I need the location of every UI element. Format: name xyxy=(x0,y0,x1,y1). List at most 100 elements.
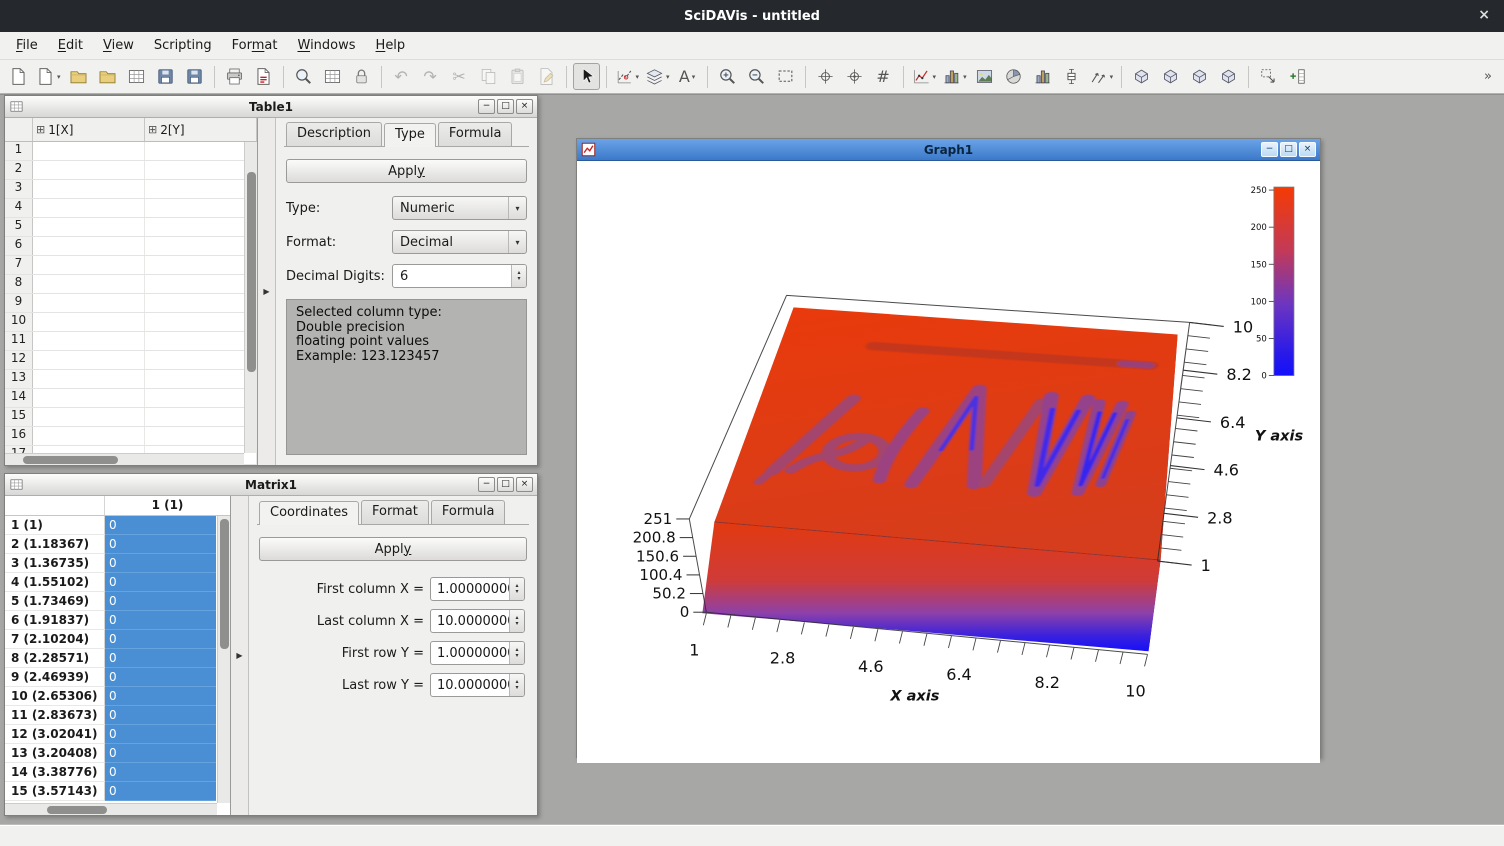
table-cell[interactable] xyxy=(145,256,257,274)
cursor-target-button[interactable] xyxy=(841,63,868,90)
table-cell[interactable] xyxy=(33,142,145,160)
minimize-button[interactable]: − xyxy=(478,99,495,114)
scrollbar-thumb[interactable] xyxy=(247,172,256,372)
matrix-row-header[interactable]: 13 (3.20408) xyxy=(5,744,105,763)
edit-selection-button[interactable] xyxy=(533,63,560,90)
plot-3d-scatter-button[interactable] xyxy=(1186,63,1213,90)
row-number[interactable]: 5 xyxy=(5,218,33,236)
draw-elements-button[interactable]: ▾ xyxy=(643,63,672,90)
graph1-titlebar[interactable]: Graph1 − □ × xyxy=(577,139,1320,161)
table-cell[interactable] xyxy=(33,389,145,407)
matrix-cell-selected[interactable]: 0 xyxy=(105,782,216,801)
menu-windows[interactable]: Windows xyxy=(287,34,365,57)
plot-3d-surface-button[interactable] xyxy=(1128,63,1155,90)
menu-file[interactable]: File xyxy=(6,34,48,57)
close-button[interactable]: × xyxy=(516,477,533,492)
move-data-points-button[interactable]: # xyxy=(870,63,897,90)
matrix-cell-selected[interactable]: 0 xyxy=(105,554,216,573)
matrix-cell-selected[interactable]: 0 xyxy=(105,535,216,554)
lock-toolbars-button[interactable] xyxy=(348,63,375,90)
matrix-row-header[interactable]: 14 (3.38776) xyxy=(5,763,105,782)
resize-layer-button[interactable] xyxy=(1255,63,1282,90)
app-titlebar[interactable]: SciDAVis - untitled × xyxy=(0,0,1504,32)
table-cell[interactable] xyxy=(145,161,257,179)
spinner-buttons[interactable]: ▴▾ xyxy=(509,578,524,600)
table-cell[interactable] xyxy=(145,408,257,426)
dropdown-arrow-icon[interactable]: ▾ xyxy=(692,73,696,81)
scrollbar-thumb[interactable] xyxy=(47,806,107,814)
zoom-out-button[interactable] xyxy=(743,63,770,90)
table1-horizontal-scrollbar[interactable] xyxy=(5,453,244,465)
row-number[interactable]: 8 xyxy=(5,275,33,293)
tab-formula[interactable]: Formula xyxy=(431,500,506,524)
coordinate-spinner-3[interactable]: 10.0000000▴▾ xyxy=(430,673,525,697)
spin-down-icon[interactable]: ▾ xyxy=(515,621,518,627)
table-cell[interactable] xyxy=(33,313,145,331)
table-cell[interactable] xyxy=(145,199,257,217)
column-header[interactable]: ⊞1[X] xyxy=(33,118,145,141)
toolbar-overflow-button[interactable]: » xyxy=(1476,69,1500,84)
matrix-cell-selected[interactable]: 0 xyxy=(105,706,216,725)
redo-button[interactable]: ↷ xyxy=(417,63,444,90)
dropdown-arrow-icon[interactable]: ▾ xyxy=(933,73,937,81)
table-cell[interactable] xyxy=(33,256,145,274)
matrix1-grid[interactable]: 1 (1) 1 (1)02 (1.18367)03 (1.36735)04 (1… xyxy=(5,496,231,815)
pick-data-point-button[interactable]: ▾ xyxy=(613,63,642,90)
table-cell[interactable] xyxy=(145,142,257,160)
matrix-row-header[interactable]: 12 (3.02041) xyxy=(5,725,105,744)
table-cell[interactable] xyxy=(145,427,257,445)
table-cell[interactable] xyxy=(33,332,145,350)
row-number[interactable]: 3 xyxy=(5,180,33,198)
matrix1-vertical-scrollbar[interactable] xyxy=(217,516,230,803)
close-button[interactable]: × xyxy=(516,99,533,114)
table-cell[interactable] xyxy=(33,161,145,179)
close-button[interactable]: × xyxy=(1299,142,1316,157)
save-template-button[interactable] xyxy=(181,63,208,90)
matrix-cell-selected[interactable]: 0 xyxy=(105,592,216,611)
matrix-row-header[interactable]: 3 (1.36735) xyxy=(5,554,105,573)
matrix-cell-selected[interactable]: 0 xyxy=(105,516,216,535)
matrix-corner-cell[interactable] xyxy=(5,496,105,515)
tab-type[interactable]: Type xyxy=(384,123,436,147)
tab-format[interactable]: Format xyxy=(361,500,429,524)
table-cell[interactable] xyxy=(33,275,145,293)
table-cell[interactable] xyxy=(145,351,257,369)
row-number[interactable]: 9 xyxy=(5,294,33,312)
plot-pie-button[interactable] xyxy=(1000,63,1027,90)
matrix1-panel-collapse-button[interactable]: ▶ xyxy=(231,496,249,815)
plot-canvas[interactable]: 050100150200250 251200.8150.6100.450.20 … xyxy=(577,161,1320,763)
minimize-button[interactable]: − xyxy=(1261,142,1278,157)
matrix-row-header[interactable]: 2 (1.18367) xyxy=(5,535,105,554)
coordinate-spinner-1[interactable]: 10.0000000▴▾ xyxy=(430,609,525,633)
dropdown-arrow-icon[interactable]: ▾ xyxy=(636,73,640,81)
column-header[interactable]: ⊞2[Y] xyxy=(145,118,257,141)
row-number[interactable]: 6 xyxy=(5,237,33,255)
new-aspect-button[interactable]: ▾ xyxy=(34,63,63,90)
matrix-cell-selected[interactable]: 0 xyxy=(105,573,216,592)
plot-vectors-button[interactable]: ▾ xyxy=(1087,63,1116,90)
undo-button[interactable]: ↶ xyxy=(388,63,415,90)
minimize-button[interactable]: − xyxy=(478,477,495,492)
table-cell[interactable] xyxy=(145,237,257,255)
table-cell[interactable] xyxy=(145,332,257,350)
matrix-cell-selected[interactable]: 0 xyxy=(105,649,216,668)
save-project-button[interactable] xyxy=(152,63,179,90)
coordinate-spinner-2[interactable]: 1.00000000▴▾ xyxy=(430,641,525,665)
menu-view[interactable]: View xyxy=(93,34,144,57)
spin-down-icon[interactable]: ▾ xyxy=(515,685,518,691)
log-window-button[interactable] xyxy=(319,63,346,90)
3d-surface-plot[interactable]: 050100150200250 251200.8150.6100.450.20 … xyxy=(577,161,1320,763)
dropdown-arrow-icon[interactable]: ▾ xyxy=(666,73,670,81)
add-text-button[interactable]: A▾ xyxy=(674,63,701,90)
row-number[interactable]: 2 xyxy=(5,161,33,179)
matrix-cell-selected[interactable]: 0 xyxy=(105,611,216,630)
row-number[interactable]: 14 xyxy=(5,389,33,407)
plot-3d-trajectory-button[interactable] xyxy=(1215,63,1242,90)
row-number[interactable]: 12 xyxy=(5,351,33,369)
row-number[interactable]: 13 xyxy=(5,370,33,388)
cut-selection-button[interactable]: ✂ xyxy=(446,63,473,90)
matrix-row-header[interactable]: 7 (2.10204) xyxy=(5,630,105,649)
table-cell[interactable] xyxy=(33,351,145,369)
maximize-button[interactable]: □ xyxy=(497,477,514,492)
matrix-row-header[interactable]: 6 (1.91837) xyxy=(5,611,105,630)
